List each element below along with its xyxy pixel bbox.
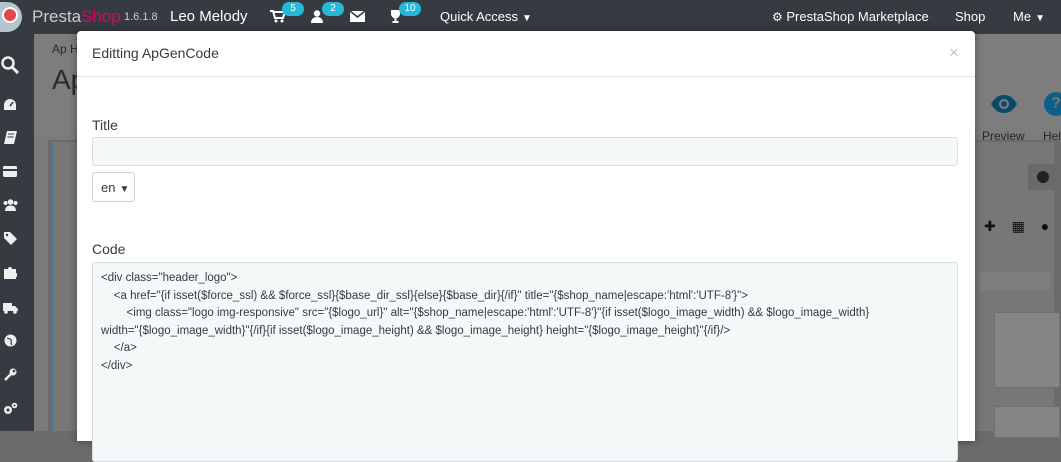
me-dropdown[interactable]: Me ▼ bbox=[1013, 9, 1045, 24]
marketplace-link[interactable]: ⚙ PrestaShop Marketplace bbox=[772, 9, 929, 24]
version-label: 1.6.1.8 bbox=[124, 11, 158, 23]
credit-card-icon[interactable] bbox=[0, 164, 20, 180]
breadcrumb[interactable]: Ap H bbox=[52, 42, 79, 56]
panel-tools[interactable]: ✚ ▦ ● bbox=[984, 218, 1055, 235]
prestashop-logo-icon[interactable] bbox=[0, 2, 22, 32]
customers-badge: 2 bbox=[322, 2, 344, 16]
language-dropdown[interactable]: en ▼ bbox=[92, 172, 135, 202]
tag-icon[interactable] bbox=[0, 232, 20, 248]
code-textarea[interactable]: <div class="header_logo"> <a href="{if i… bbox=[92, 262, 958, 462]
book-icon[interactable] bbox=[0, 131, 20, 147]
user-icon[interactable] bbox=[311, 10, 323, 26]
quick-access-dropdown[interactable]: Quick Access ▼ bbox=[440, 9, 532, 24]
envelope-icon[interactable] bbox=[349, 10, 366, 25]
orders-badge: 5 bbox=[282, 2, 304, 16]
edit-modal: Editting ApGenCode × Title en ▼ Code <div… bbox=[77, 31, 975, 462]
puzzle-icon[interactable] bbox=[0, 266, 20, 282]
globe-icon[interactable] bbox=[0, 334, 20, 350]
side-widget bbox=[994, 312, 1060, 388]
modal-title: Editting ApGenCode bbox=[92, 45, 219, 61]
side-menu bbox=[0, 34, 34, 431]
collapse-button[interactable] bbox=[1028, 164, 1058, 190]
close-icon[interactable]: × bbox=[949, 43, 959, 63]
shop-name-link[interactable]: Leo Melody bbox=[170, 8, 248, 25]
code-label: Code bbox=[92, 241, 126, 257]
side-widget-2 bbox=[994, 406, 1060, 438]
eye-icon[interactable] bbox=[990, 94, 1018, 114]
search-icon[interactable] bbox=[0, 56, 20, 75]
title-label: Title bbox=[92, 117, 118, 133]
help-icon[interactable]: ? bbox=[1044, 92, 1061, 116]
dashboard-icon[interactable] bbox=[0, 98, 20, 114]
list-controls[interactable] bbox=[980, 272, 1050, 290]
brand-name[interactable]: PrestaShop bbox=[32, 7, 121, 27]
caret-down-icon: ▼ bbox=[119, 184, 130, 195]
wrench-icon[interactable] bbox=[0, 368, 20, 384]
marketplace-icon: ⚙ bbox=[772, 10, 783, 24]
trophy-badge: 10 bbox=[399, 2, 421, 16]
modal-header: Editting ApGenCode × bbox=[77, 31, 975, 77]
users-icon[interactable] bbox=[0, 198, 20, 214]
cogs-icon[interactable] bbox=[0, 402, 20, 418]
shop-link[interactable]: Shop bbox=[955, 9, 985, 24]
top-navbar: PrestaShop 1.6.1.8 Leo Melody 5 2 10 Qui… bbox=[0, 0, 1061, 34]
truck-icon[interactable] bbox=[0, 301, 20, 317]
title-input[interactable] bbox=[92, 137, 958, 166]
